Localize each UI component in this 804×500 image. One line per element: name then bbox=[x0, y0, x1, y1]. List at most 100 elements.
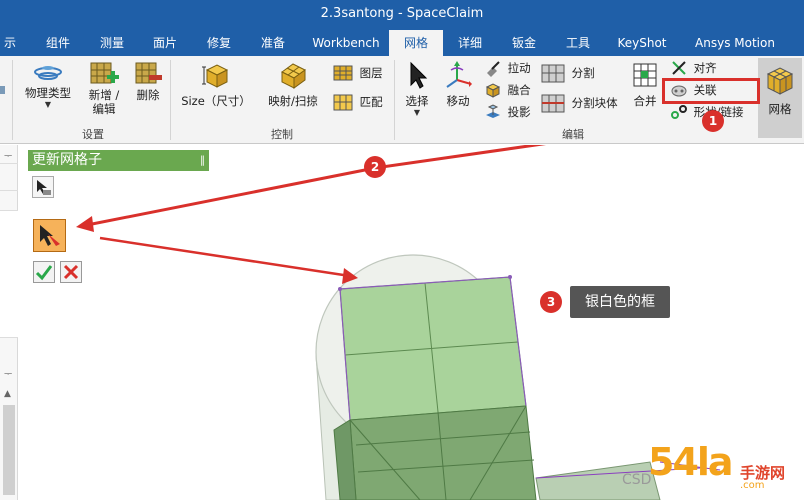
delete-button[interactable]: 删除 bbox=[130, 58, 166, 122]
pin-icon[interactable]: ᅮ bbox=[4, 367, 12, 380]
tab-display[interactable]: 示 bbox=[0, 30, 20, 56]
pull-button[interactable]: 拉动 bbox=[484, 59, 531, 79]
tab-ansys-motion[interactable]: Ansys Motion bbox=[686, 30, 784, 56]
merge-icon bbox=[633, 63, 657, 87]
map-sweep-label: 映射/扫掠 bbox=[268, 94, 318, 108]
delete-mesh-icon bbox=[135, 62, 162, 84]
tab-tools[interactable]: 工具 bbox=[556, 30, 600, 56]
match-button[interactable]: 匹配 bbox=[332, 92, 383, 112]
chevron-down-icon: ▼ bbox=[413, 108, 421, 117]
split-block-button[interactable]: 分割块体 bbox=[540, 92, 618, 113]
physics-type-button[interactable]: 物理类型 ▼ bbox=[20, 58, 76, 122]
match-icon bbox=[333, 94, 353, 111]
tab-repair[interactable]: 修复 bbox=[197, 30, 241, 56]
title-bar: 2.3santong - SpaceClaim bbox=[0, 0, 804, 30]
mesh-cube-icon bbox=[766, 67, 794, 95]
pin-icon[interactable]: ᅮ bbox=[4, 149, 12, 162]
scrollbar-thumb[interactable] bbox=[3, 405, 15, 495]
shape-link-icon bbox=[671, 105, 687, 119]
size-label: Size（尺寸） bbox=[181, 94, 251, 108]
map-sweep-icon bbox=[281, 63, 306, 89]
tab-sheet-metal[interactable]: 钣金 bbox=[502, 30, 546, 56]
align-label: 对齐 bbox=[693, 61, 717, 75]
callout-silver-frame: 银白色的框 bbox=[570, 286, 670, 318]
fuse-icon bbox=[485, 83, 501, 98]
match-label: 匹配 bbox=[359, 95, 383, 109]
select-label: 选择 bbox=[405, 94, 429, 108]
ribbon-tab-bar: 示 组件 测量 面片 修复 准备 Workbench 网格 详细 钣金 工具 K… bbox=[0, 30, 804, 57]
highlight-box-associate bbox=[662, 78, 760, 104]
layer-label: 图层 bbox=[359, 66, 383, 80]
scroll-up-icon[interactable]: ▲ bbox=[4, 389, 11, 399]
cancel-x-icon bbox=[63, 264, 79, 280]
annotation-badge-1: 1 bbox=[702, 110, 724, 132]
map-sweep-button[interactable]: 映射/扫掠 bbox=[262, 58, 324, 122]
tool-guide-title: 更新网格子 bbox=[32, 152, 102, 168]
window-title: 2.3santong - SpaceClaim bbox=[320, 6, 484, 21]
select-cursor-icon bbox=[37, 180, 51, 195]
ribbon-panel: 物理类型 ▼ 新增 / 编辑 删除 设置 Size（尺寸） 映射/扫掠 图层 匹… bbox=[0, 56, 804, 144]
select-geometry-tool-button[interactable] bbox=[32, 176, 54, 198]
watermark-logo: 54la bbox=[648, 440, 734, 484]
pin-icon[interactable]: ‖ bbox=[200, 150, 205, 171]
layer-icon bbox=[333, 65, 353, 81]
split-button[interactable]: 分割 bbox=[540, 62, 595, 83]
tool-guide-header: 更新网格子 ‖ bbox=[28, 150, 209, 171]
delete-label: 删除 bbox=[136, 88, 160, 102]
size-icon bbox=[202, 64, 229, 88]
panel-list bbox=[0, 210, 18, 338]
tab-keyshot[interactable]: KeyShot bbox=[612, 30, 672, 56]
ribbon-separator bbox=[394, 60, 395, 140]
select-target-cursor-icon bbox=[40, 225, 60, 246]
complete-button[interactable] bbox=[33, 261, 55, 283]
project-button[interactable]: 投影 bbox=[484, 103, 531, 123]
size-button[interactable]: Size（尺寸） bbox=[176, 58, 256, 122]
checkmark-icon bbox=[35, 265, 53, 281]
pull-label: 拉动 bbox=[507, 61, 531, 75]
spaceclaim-window: 2.3santong - SpaceClaim 示 组件 测量 面片 修复 准备… bbox=[0, 0, 804, 500]
merge-button[interactable]: 合并 bbox=[626, 58, 664, 122]
physics-type-label: 物理类型 bbox=[25, 86, 71, 100]
add-mesh-icon bbox=[90, 62, 119, 84]
fuse-button[interactable]: 融合 bbox=[484, 81, 531, 101]
add-edit-label-1: 新增 / bbox=[88, 88, 120, 102]
tab-detail[interactable]: 详细 bbox=[448, 30, 492, 56]
align-button[interactable]: 对齐 bbox=[670, 59, 717, 79]
tab-mesh[interactable]: 网格 bbox=[389, 30, 443, 57]
add-edit-button[interactable]: 新增 / 编辑 bbox=[82, 58, 126, 122]
group-label-control: 控制 bbox=[271, 128, 293, 141]
panel-divider bbox=[0, 163, 18, 191]
project-icon bbox=[486, 104, 500, 118]
pull-icon bbox=[487, 61, 500, 77]
split-icon bbox=[541, 64, 565, 83]
mesh-label: 网格 bbox=[768, 102, 792, 116]
move-label: 移动 bbox=[446, 94, 470, 108]
tab-assembly[interactable]: 组件 bbox=[36, 30, 80, 56]
ribbon-separator bbox=[12, 60, 13, 140]
merge-label: 合并 bbox=[633, 94, 657, 108]
move-axes-icon bbox=[446, 61, 472, 88]
move-button[interactable]: 移动 bbox=[440, 58, 476, 122]
left-panel-strip: ᅮ ᅮ ▲ bbox=[0, 145, 18, 500]
tab-prepare[interactable]: 准备 bbox=[251, 30, 295, 56]
split-block-label: 分割块体 bbox=[571, 96, 618, 110]
mesh-button[interactable]: 网格 bbox=[758, 58, 802, 138]
annotation-badge-3: 3 bbox=[540, 291, 562, 313]
split-label: 分割 bbox=[571, 66, 595, 80]
select-target-tool-button[interactable] bbox=[33, 219, 66, 252]
partial-icon bbox=[0, 86, 5, 94]
group-label-settings: 设置 bbox=[82, 128, 104, 141]
group-label-edit: 编辑 bbox=[562, 128, 584, 141]
tab-measure[interactable]: 测量 bbox=[90, 30, 134, 56]
tab-facets[interactable]: 面片 bbox=[143, 30, 187, 56]
add-edit-label-2: 编辑 bbox=[92, 102, 116, 116]
select-button[interactable]: 选择 ▼ bbox=[400, 58, 434, 122]
watermark-site: .com bbox=[740, 480, 765, 491]
split-block-icon bbox=[541, 94, 565, 113]
annotation-badge-2: 2 bbox=[364, 156, 386, 178]
ribbon-separator bbox=[170, 60, 171, 140]
project-label: 投影 bbox=[507, 105, 531, 119]
layer-button[interactable]: 图层 bbox=[332, 64, 383, 84]
cancel-button[interactable] bbox=[60, 261, 82, 283]
tab-workbench[interactable]: Workbench bbox=[310, 30, 382, 56]
